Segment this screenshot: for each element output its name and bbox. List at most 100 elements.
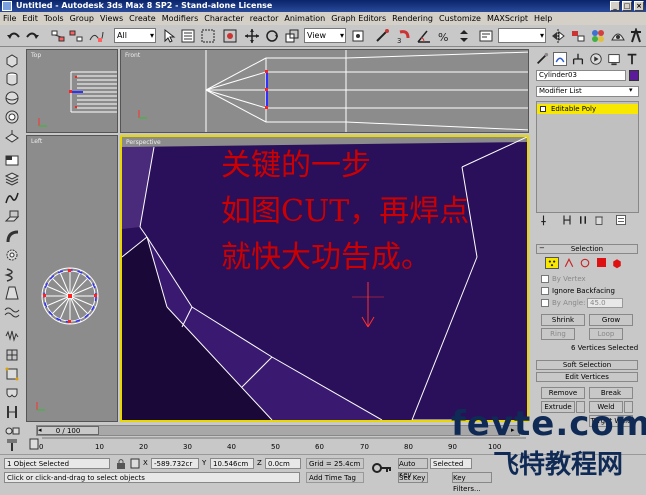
selection-filter-dropdown[interactable]: All: [114, 28, 156, 43]
auto-key-button[interactable]: Auto Key: [398, 458, 428, 479]
pin-stack-icon[interactable]: [539, 214, 551, 226]
skin-icon[interactable]: [4, 404, 20, 420]
bend-icon[interactable]: [4, 228, 20, 244]
element-mode-icon[interactable]: [611, 257, 623, 269]
select-and-manipulate-icon[interactable]: [374, 28, 390, 44]
selection-rollout-header[interactable]: Selection: [536, 244, 638, 254]
material-editor-icon[interactable]: [590, 28, 606, 44]
wave-icon[interactable]: [4, 304, 20, 320]
polygon-mode-icon[interactable]: [597, 258, 606, 267]
by-vertex-checkbox[interactable]: [541, 275, 549, 283]
close-button[interactable]: ×: [634, 1, 644, 11]
select-and-move-icon[interactable]: [244, 28, 260, 44]
by-vertex-option[interactable]: By Vertex: [541, 275, 586, 283]
menu-file[interactable]: File: [0, 12, 19, 25]
display-tab-icon[interactable]: [607, 52, 621, 66]
gear-icon[interactable]: [4, 247, 20, 263]
select-by-name-icon[interactable]: [180, 28, 196, 44]
menu-modifiers[interactable]: Modifiers: [159, 12, 202, 25]
make-unique-icon[interactable]: [577, 214, 589, 226]
stack-item-editable-poly[interactable]: Editable Poly: [537, 104, 638, 114]
utilities-tab-icon[interactable]: [625, 52, 639, 66]
edit-named-selection-icon[interactable]: [478, 28, 494, 44]
rectangular-selection-region-icon[interactable]: [200, 28, 216, 44]
show-end-result-icon[interactable]: [561, 214, 573, 226]
set-key-button[interactable]: Set Key: [398, 472, 428, 483]
border-mode-icon[interactable]: [579, 257, 591, 269]
mirror-icon[interactable]: [550, 28, 566, 44]
pivot-point-center-icon[interactable]: [350, 28, 366, 44]
angle-snap-toggle-icon[interactable]: [416, 28, 432, 44]
time-slider-track[interactable]: 0 / 100 ◂ ▸: [36, 425, 520, 436]
ring-button[interactable]: Ring: [541, 328, 575, 340]
helper-grid-icon[interactable]: [4, 152, 20, 168]
menu-reactor[interactable]: reactor: [247, 12, 282, 25]
menu-tools[interactable]: Tools: [41, 12, 67, 25]
ignore-backfacing-option[interactable]: Ignore Backfacing: [541, 287, 615, 295]
cylinder-icon[interactable]: [4, 71, 20, 87]
snaps-toggle-icon[interactable]: 3: [396, 28, 412, 44]
soft-selection-rollout-header[interactable]: Soft Selection: [536, 360, 638, 370]
unlink-selection-icon[interactable]: [68, 28, 84, 44]
viewport-front[interactable]: Front: [120, 49, 529, 133]
spline-icon[interactable]: [4, 190, 20, 206]
vertex-mode-icon[interactable]: [545, 257, 559, 269]
menu-create[interactable]: Create: [126, 12, 159, 25]
loop-button[interactable]: Loop: [589, 328, 623, 340]
sphere-icon[interactable]: [4, 90, 20, 106]
select-and-scale-icon[interactable]: [284, 28, 300, 44]
remove-button[interactable]: Remove: [541, 387, 585, 399]
minimize-button[interactable]: _: [610, 1, 620, 11]
menu-graph-editors[interactable]: Graph Editors: [328, 12, 389, 25]
by-angle-spinner[interactable]: 45.0: [587, 298, 623, 308]
align-icon[interactable]: [570, 28, 586, 44]
select-object-icon[interactable]: [160, 28, 176, 44]
menu-help[interactable]: Help: [531, 12, 555, 25]
time-prev-icon[interactable]: ◂: [38, 426, 42, 435]
create-tab-icon[interactable]: [535, 52, 549, 66]
named-selection-sets-dropdown[interactable]: [498, 28, 546, 43]
key-mode-dropdown[interactable]: Selected: [430, 458, 472, 469]
render-scene-icon[interactable]: [610, 28, 626, 44]
viewport-top[interactable]: Top: [26, 49, 118, 133]
menu-animation[interactable]: Animation: [281, 12, 328, 25]
edge-mode-icon[interactable]: [563, 257, 575, 269]
ignore-backfacing-checkbox[interactable]: [541, 287, 549, 295]
break-button[interactable]: Break: [589, 387, 633, 399]
grow-button[interactable]: Grow: [589, 314, 633, 326]
key-icon[interactable]: [372, 461, 392, 475]
key-filters-button[interactable]: Key Filters...: [452, 472, 492, 493]
undo-icon[interactable]: [6, 28, 22, 44]
menu-views[interactable]: Views: [97, 12, 126, 25]
z-coordinate-field[interactable]: 0.0cm: [265, 458, 301, 469]
absolute-mode-icon[interactable]: [130, 458, 140, 469]
melt-icon[interactable]: [4, 385, 20, 401]
tube-icon[interactable]: [4, 109, 20, 125]
motion-tab-icon[interactable]: [589, 52, 603, 66]
object-color-swatch[interactable]: [629, 70, 639, 81]
edit-vertices-rollout-header[interactable]: Edit Vertices: [536, 372, 638, 382]
shrink-button[interactable]: Shrink: [541, 314, 585, 326]
hammer-icon[interactable]: [4, 436, 20, 452]
ffd-icon[interactable]: [4, 366, 20, 382]
add-time-tag-button[interactable]: Add Time Tag: [306, 472, 364, 483]
expand-icon[interactable]: [540, 106, 546, 112]
menu-rendering[interactable]: Rendering: [389, 12, 436, 25]
menu-customize[interactable]: Customize: [436, 12, 484, 25]
modify-tab-icon[interactable]: [553, 52, 567, 66]
box-icon[interactable]: [4, 52, 20, 68]
percent-snap-toggle-icon[interactable]: %: [436, 28, 452, 44]
spinner-snap-toggle-icon[interactable]: [456, 28, 472, 44]
select-and-link-icon[interactable]: [50, 28, 66, 44]
remove-modifier-icon[interactable]: [593, 214, 605, 226]
plane-icon[interactable]: [4, 128, 20, 144]
hierarchy-tab-icon[interactable]: [571, 52, 585, 66]
configure-modifier-sets-icon[interactable]: [615, 214, 627, 226]
taper-icon[interactable]: [4, 285, 20, 301]
modifier-list-dropdown[interactable]: Modifier List: [536, 86, 639, 97]
quick-render-icon[interactable]: [628, 28, 644, 44]
window-crossing-icon[interactable]: [222, 28, 238, 44]
menu-maxscript[interactable]: MAXScript: [484, 12, 531, 25]
bind-to-space-warp-icon[interactable]: [88, 28, 104, 44]
time-slider-thumb[interactable]: 0 / 100: [37, 426, 99, 435]
